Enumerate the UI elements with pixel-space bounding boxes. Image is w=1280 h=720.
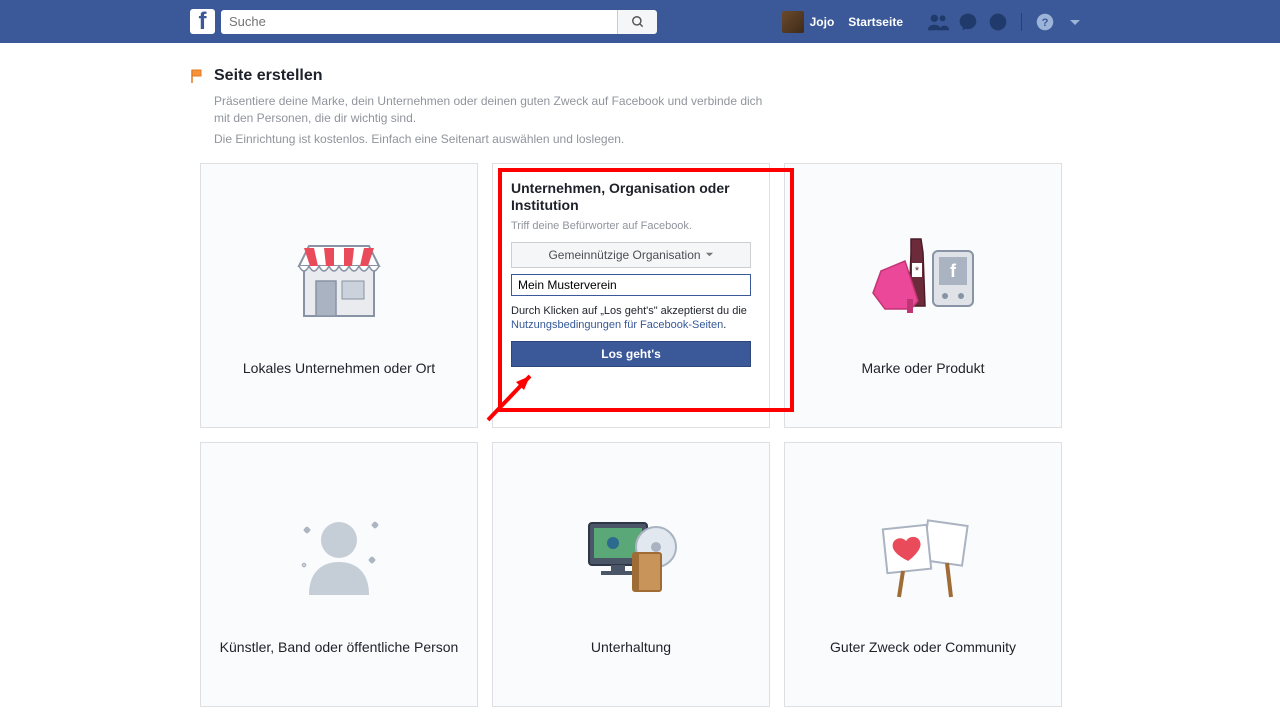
messenger-icon[interactable] <box>957 11 979 33</box>
storefront-icon <box>279 216 399 336</box>
top-nav-bar: f Jojo Startseite ? <box>0 0 1280 43</box>
user-name-link[interactable]: Jojo <box>810 15 835 29</box>
notifications-icon[interactable] <box>987 11 1009 33</box>
svg-text:*: * <box>915 265 920 277</box>
help-icon[interactable]: ? <box>1034 11 1056 33</box>
chevron-down-icon <box>705 250 714 259</box>
page-name-input[interactable] <box>511 274 751 296</box>
card-cause-community[interactable]: Guter Zweck oder Community <box>784 442 1062 707</box>
svg-text:f: f <box>950 261 957 281</box>
category-dropdown-label: Gemeinnützige Organisation <box>548 248 700 262</box>
cause-icon <box>863 495 983 615</box>
page-description-2: Die Einrichtung ist kostenlos. Einfach e… <box>214 131 774 148</box>
card-label: Lokales Unternehmen oder Ort <box>243 360 435 376</box>
svg-text:?: ? <box>1042 16 1049 28</box>
category-grid: Lokales Unternehmen oder Ort Unternehmen… <box>200 163 1080 707</box>
artist-icon <box>279 495 399 615</box>
friend-requests-icon[interactable] <box>927 11 949 33</box>
topbar-right: Jojo Startseite ? <box>782 11 1090 33</box>
get-started-button[interactable]: Los geht's <box>511 341 751 367</box>
home-link[interactable]: Startseite <box>848 15 903 29</box>
card-label: Marke oder Produkt <box>862 360 985 376</box>
page-title: Seite erstellen <box>214 67 323 85</box>
search-button[interactable] <box>617 10 657 34</box>
card-artist-band[interactable]: Künstler, Band oder öffentliche Person <box>200 442 478 707</box>
card-brand-product[interactable]: f * Marke oder Produkt <box>784 163 1062 428</box>
card-local-business[interactable]: Lokales Unternehmen oder Ort <box>200 163 478 428</box>
terms-text: Durch Klicken auf „Los geht's" akzeptier… <box>511 304 751 333</box>
expanded-card-title: Unternehmen, Organisation oder Instituti… <box>511 180 751 214</box>
page-description-1: Präsentiere deine Marke, dein Unternehme… <box>214 93 774 127</box>
search-wrap <box>221 10 657 34</box>
facebook-logo[interactable]: f <box>190 9 215 34</box>
card-company-organization: Unternehmen, Organisation oder Instituti… <box>492 163 770 428</box>
separator <box>1021 13 1022 31</box>
category-dropdown[interactable]: Gemeinnützige Organisation <box>511 242 751 268</box>
card-label: Unterhaltung <box>591 639 671 655</box>
search-icon <box>631 15 645 29</box>
avatar[interactable] <box>782 11 804 33</box>
terms-link[interactable]: Nutzungsbedingungen für Facebook-Seiten <box>511 319 723 331</box>
entertainment-icon <box>571 495 691 615</box>
search-input[interactable] <box>221 10 617 34</box>
brand-products-icon: f * <box>863 216 983 336</box>
dropdown-caret-icon[interactable] <box>1064 11 1086 33</box>
card-label: Guter Zweck oder Community <box>830 639 1016 655</box>
flag-icon <box>190 68 206 84</box>
expanded-card-subtitle: Triff deine Befürworter auf Facebook. <box>511 220 751 232</box>
card-label: Künstler, Band oder öffentliche Person <box>220 639 459 655</box>
page-header: Seite erstellen <box>190 67 1280 85</box>
card-entertainment[interactable]: Unterhaltung <box>492 442 770 707</box>
main-content: Seite erstellen Präsentiere deine Marke,… <box>0 43 1280 707</box>
